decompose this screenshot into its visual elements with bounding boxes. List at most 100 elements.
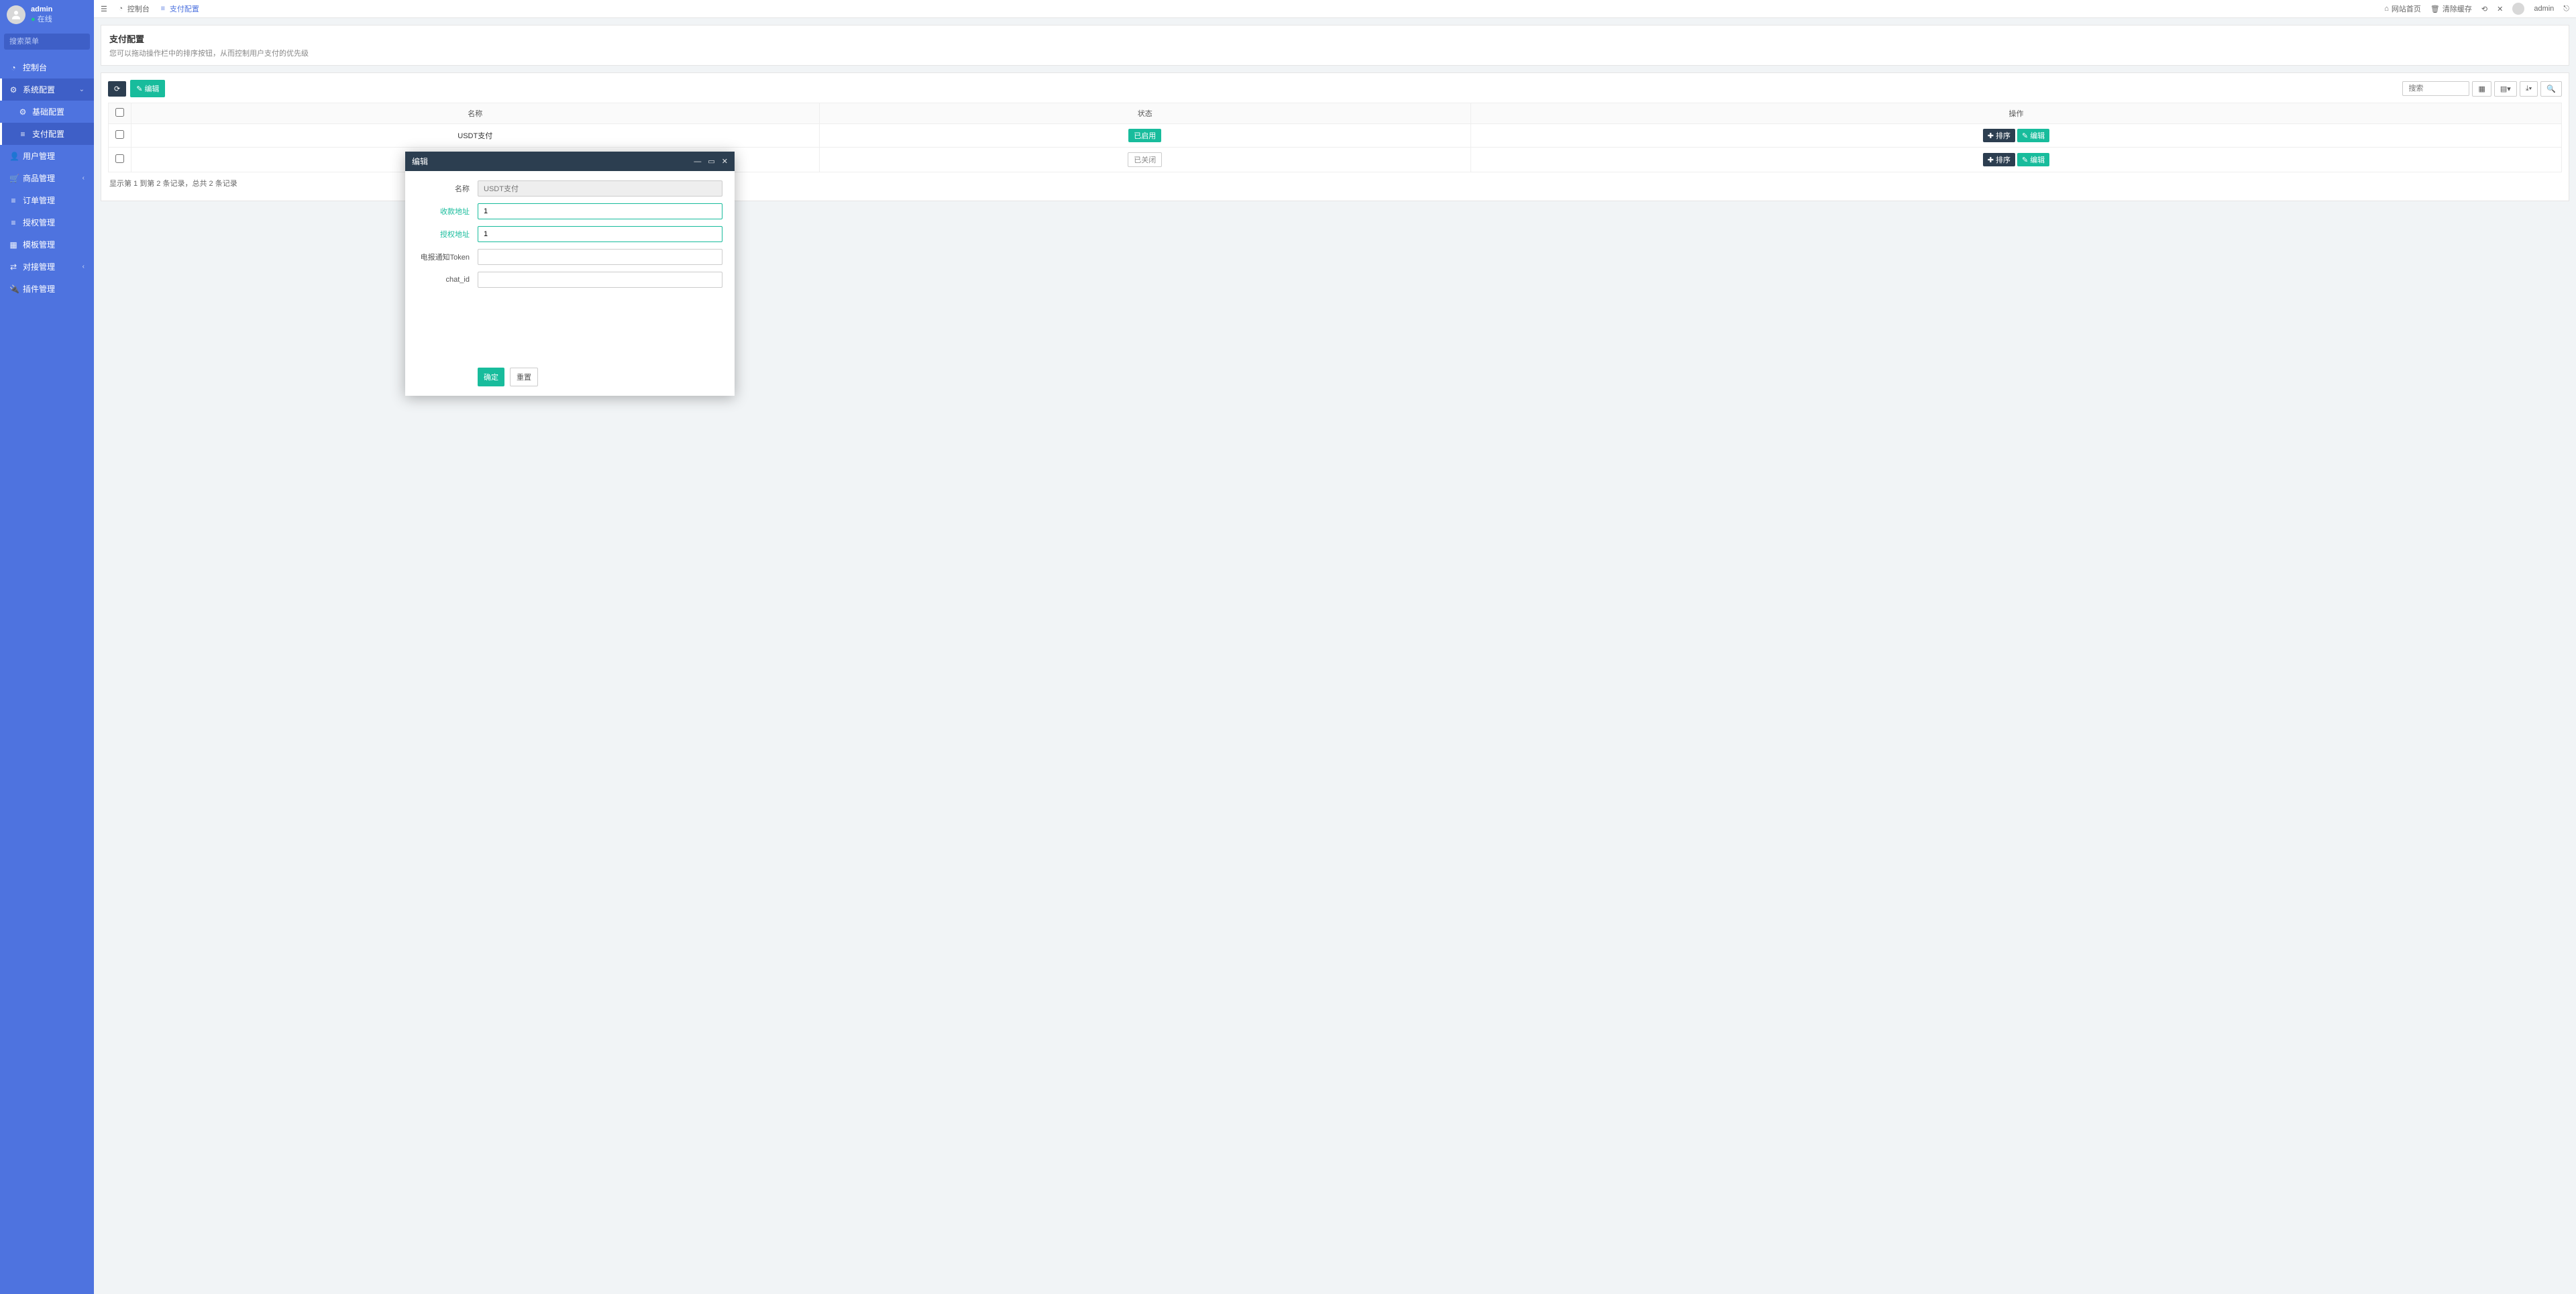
nav-basic[interactable]: ⚙基础配置 — [0, 101, 94, 123]
field-input-auth[interactable] — [478, 226, 722, 242]
button-label: 排序 — [1996, 154, 2010, 165]
status-badge[interactable]: 已关闭 — [1128, 152, 1162, 167]
cell-name: USDT支付 — [131, 124, 820, 148]
topbar-fullscreen[interactable]: ✕ — [2497, 5, 2503, 13]
nav-users[interactable]: 👤用户管理 — [0, 145, 94, 167]
nav-payment[interactable]: ≡支付配置 — [0, 123, 94, 145]
row-edit-button[interactable]: ✎编辑 — [2017, 129, 2049, 142]
button-label: 编辑 — [144, 83, 159, 94]
nav-label: 模板管理 — [23, 239, 55, 250]
topbar-clearcache[interactable]: 🗑清除缓存 — [2430, 3, 2472, 14]
nav-label: 授权管理 — [23, 217, 55, 228]
checkbox-row[interactable] — [115, 130, 124, 139]
topbar-refresh[interactable]: ⟲ — [2481, 5, 2487, 13]
nav-docking[interactable]: ⇄对接管理‹ — [0, 256, 94, 278]
trash-icon: 🗑 — [2430, 5, 2440, 13]
refresh-icon: ⟲ — [2481, 5, 2487, 13]
close-icon[interactable]: ✕ — [722, 157, 728, 166]
modal-title: 编辑 — [412, 156, 687, 167]
nav-goods[interactable]: 🛒 商品管理 ‹ — [0, 167, 94, 189]
cart-icon: 🛒 — [9, 174, 17, 183]
field-label-recv: 收款地址 — [417, 206, 478, 217]
link-icon: ⇄ — [9, 262, 17, 272]
sort-button[interactable]: ✚排序 — [1983, 129, 2015, 142]
list-icon: ≡ — [9, 218, 17, 227]
field-label-auth: 授权地址 — [417, 229, 478, 239]
nav-label: 用户管理 — [23, 150, 55, 162]
plus-icon: ✚ — [1988, 131, 1994, 140]
row-edit-button[interactable]: ✎编辑 — [2017, 153, 2049, 166]
minimize-icon[interactable]: — — [694, 158, 701, 166]
chevron-left-icon: ‹ — [83, 263, 85, 270]
edit-button[interactable]: ✎编辑 — [130, 80, 165, 97]
nav-orders[interactable]: ≡订单管理 — [0, 189, 94, 211]
modal-header[interactable]: 编辑 — ▭ ✕ — [405, 152, 735, 171]
modal-body: 名称 收款地址 授权地址 电报通知Token chat_id — [405, 171, 735, 361]
sidebar: admin 在线 🔍 ◔控制台 ⚙系统配置⌄ ⚙基础配置 ≡支付配置 👤用户管理… — [0, 0, 94, 1294]
chevron-left-icon: ‹ — [83, 174, 85, 182]
nav-plugin[interactable]: 🔌插件管理 — [0, 278, 94, 300]
nav-template[interactable]: ▦ 模板管理 — [0, 233, 94, 256]
refresh-icon: ⟳ — [114, 85, 120, 93]
modal-footer: 确定 重置 — [405, 361, 735, 396]
sort-button[interactable]: ✚排序 — [1983, 153, 2015, 166]
tab-dashboard[interactable]: ◔控制台 — [117, 3, 150, 14]
checkbox-row[interactable] — [115, 154, 124, 163]
col-ops[interactable]: 操作 — [1471, 103, 2562, 124]
col-status[interactable]: 状态 — [819, 103, 1471, 124]
menu-search-input[interactable] — [4, 34, 90, 50]
ok-button[interactable]: 确定 — [478, 368, 504, 386]
nav-dashboard[interactable]: ◔控制台 — [0, 56, 94, 78]
field-label-name: 名称 — [417, 183, 478, 194]
hamburger-icon[interactable]: ☰ — [101, 5, 107, 13]
page-header: 支付配置 您可以拖动操作栏中的排序按钮，从而控制用户支付的优先级 — [101, 25, 2569, 66]
tab-label: 控制台 — [127, 3, 150, 14]
page-subtitle: 您可以拖动操作栏中的排序按钮，从而控制用户支付的优先级 — [109, 48, 2561, 58]
user-name: admin — [31, 5, 52, 13]
topbar-label: 网站首页 — [2392, 3, 2421, 14]
user-block: admin 在线 — [0, 0, 94, 30]
nav-label: 商品管理 — [23, 172, 55, 184]
columns-button[interactable]: ▤▾ — [2494, 81, 2517, 97]
topbar: ☰ ◔控制台 ≡支付配置 ⌂网站首页 🗑清除缓存 ⟲ ✕ admin ⎋ — [94, 0, 2576, 18]
export-button[interactable]: ⤓▾ — [2520, 81, 2538, 97]
field-input-recv[interactable] — [478, 203, 722, 219]
topbar-home[interactable]: ⌂网站首页 — [2384, 3, 2421, 14]
template-icon: ▦ — [9, 240, 17, 250]
refresh-button[interactable]: ⟳ — [108, 81, 126, 97]
logout-icon: ⎋ — [2563, 5, 2569, 13]
plug-icon: 🔌 — [9, 284, 17, 294]
pencil-icon: ✎ — [136, 85, 142, 93]
field-input-chat[interactable] — [478, 272, 722, 288]
field-input-token[interactable] — [478, 249, 722, 265]
columns-icon: ▤▾ — [2500, 85, 2511, 93]
pencil-icon: ✎ — [2022, 131, 2028, 140]
pencil-icon: ✎ — [2022, 156, 2028, 164]
topbar-logout[interactable]: ⎋ — [2563, 5, 2569, 13]
tab-payment[interactable]: ≡支付配置 — [159, 3, 199, 14]
tab-label: 支付配置 — [170, 3, 199, 14]
search-toggle-button[interactable]: 🔍 — [2540, 81, 2562, 97]
list-icon: ≡ — [159, 5, 167, 13]
status-badge[interactable]: 已启用 — [1128, 129, 1161, 142]
expand-icon: ✕ — [2497, 5, 2503, 13]
home-icon: ⌂ — [2384, 5, 2389, 13]
button-label: 排序 — [1996, 130, 2010, 141]
chevron-down-icon: ⌄ — [79, 86, 85, 93]
topbar-label: admin — [2534, 5, 2554, 13]
nav-auth[interactable]: ≡ 授权管理 — [0, 211, 94, 233]
nav-system[interactable]: ⚙系统配置⌄ — [0, 78, 94, 101]
export-icon: ⤓▾ — [2526, 85, 2532, 93]
checkbox-all[interactable] — [115, 108, 124, 117]
field-label-token: 电报通知Token — [417, 252, 478, 262]
toggle-view-button[interactable]: ▦ — [2472, 81, 2491, 97]
maximize-icon[interactable]: ▭ — [708, 157, 714, 166]
table-search-input[interactable] — [2402, 81, 2469, 96]
search-icon: 🔍 — [2546, 85, 2556, 93]
gear-icon: ⚙ — [9, 85, 17, 95]
reset-button[interactable]: 重置 — [510, 368, 538, 386]
topbar-user[interactable]: admin — [2534, 5, 2554, 13]
nav-label: 基础配置 — [32, 106, 64, 117]
col-name[interactable]: 名称 — [131, 103, 820, 124]
dashboard-icon: ◔ — [117, 5, 125, 13]
